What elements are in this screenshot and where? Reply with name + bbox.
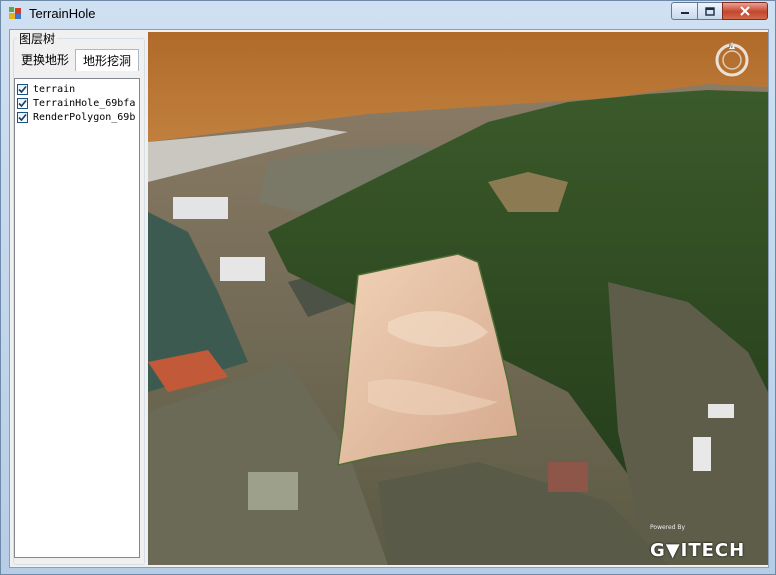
- tree-item-terrain-hole[interactable]: TerrainHole_69bfa: [17, 96, 135, 110]
- checkbox[interactable]: [17, 97, 28, 109]
- minimize-button[interactable]: [671, 2, 698, 20]
- powered-by-label: Powered By: [650, 524, 686, 531]
- check-icon: [18, 85, 27, 93]
- checkbox[interactable]: [17, 111, 28, 123]
- minimize-icon: [680, 12, 689, 14]
- client-area: 图层树 更换地形 地形挖洞 terrain TerrainHole_69bfa …: [9, 29, 769, 568]
- check-icon: [18, 113, 27, 121]
- tree-item-label: RenderPolygon_69b: [33, 111, 136, 123]
- gvitech-logo: G▼ITECH: [650, 540, 746, 561]
- svg-text:N: N: [729, 44, 733, 50]
- title-bar[interactable]: TerrainHole: [1, 1, 775, 27]
- close-button[interactable]: [722, 2, 768, 20]
- 3d-viewport[interactable]: N Powered By G▼ITECH: [148, 32, 768, 565]
- terrain-scene: [148, 32, 768, 565]
- check-icon: [18, 99, 27, 107]
- tree-item-render-polygon[interactable]: RenderPolygon_69b: [17, 110, 135, 124]
- tree-item-label: TerrainHole_69bfa: [33, 97, 136, 109]
- tab-change-terrain[interactable]: 更换地形: [15, 49, 75, 71]
- main-window: TerrainHole 图层树 更换地形 地形挖洞 terrain Terrai…: [0, 0, 776, 575]
- maximize-button[interactable]: [697, 2, 723, 20]
- tree-item-terrain[interactable]: terrain: [17, 82, 75, 96]
- close-icon: [740, 6, 750, 16]
- group-title: 图层树: [17, 30, 58, 47]
- tab-strip: 更换地形 地形挖洞: [15, 49, 143, 71]
- tree-item-label: terrain: [33, 83, 76, 95]
- maximize-icon: [705, 6, 715, 16]
- tab-terrain-hole[interactable]: 地形挖洞: [75, 49, 139, 71]
- layer-tree-group: 图层树 更换地形 地形挖洞 terrain TerrainHole_69bfa …: [11, 30, 145, 565]
- window-title: TerrainHole: [29, 6, 96, 21]
- layer-tree[interactable]: terrain TerrainHole_69bfa RenderPolygon_…: [14, 78, 140, 558]
- compass-icon[interactable]: N: [712, 40, 752, 80]
- checkbox[interactable]: [17, 83, 28, 95]
- app-icon: [9, 7, 21, 19]
